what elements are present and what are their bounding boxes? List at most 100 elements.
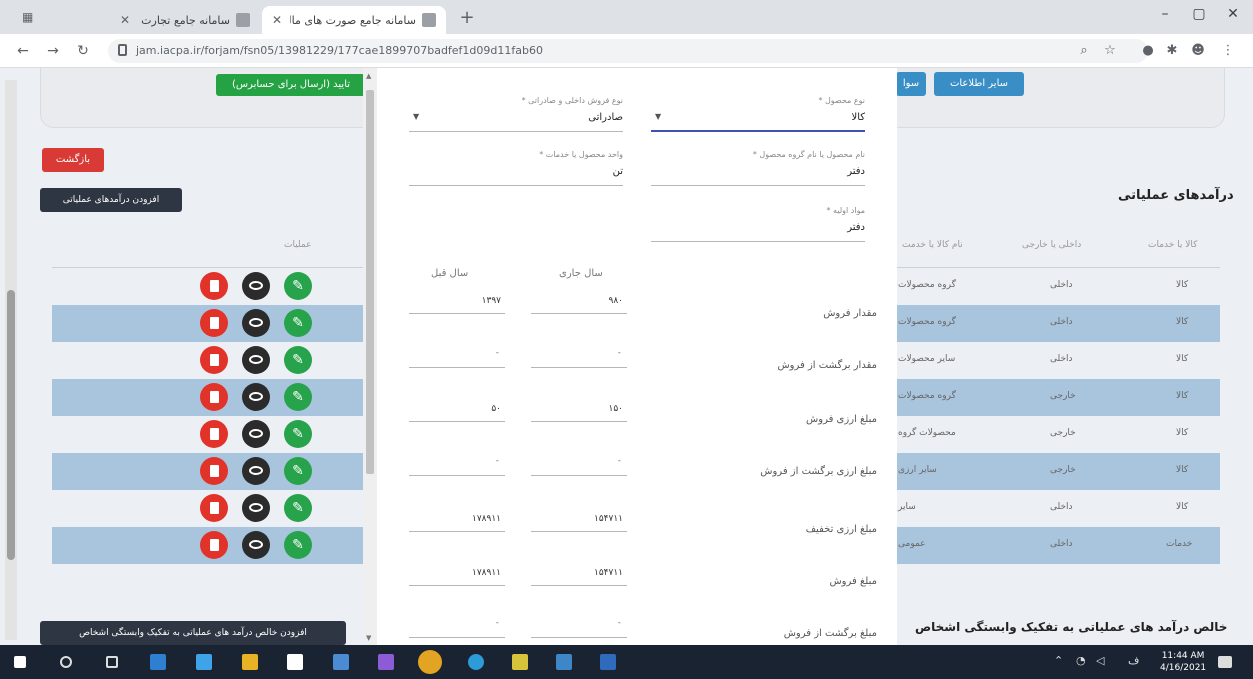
delete-icon[interactable] (200, 383, 228, 411)
volume-icon[interactable]: ◁ (1096, 654, 1104, 667)
mail-icon[interactable] (150, 654, 166, 670)
dialog-scrollbar-thumb[interactable] (366, 90, 374, 474)
network-icon[interactable]: ◔ (1076, 654, 1086, 667)
current-year-input[interactable]: ۹۸۰ (531, 284, 627, 314)
previous-year-input[interactable]: - (409, 446, 505, 476)
app-icon[interactable] (556, 654, 572, 670)
delete-icon[interactable] (200, 346, 228, 374)
previous-year-input[interactable]: ۱۷۸۹۱۱ (409, 556, 505, 586)
delete-icon[interactable] (200, 494, 228, 522)
file-explorer-icon[interactable] (196, 654, 212, 670)
add-net-income-button[interactable]: افزودن خالص درآمد های عملیاتی به تفکیک و… (40, 621, 346, 645)
task-view-icon[interactable] (106, 656, 118, 668)
income-edit-dialog: نوع محصول * کالا ▼ نوع فروش داخلی و صادر… (363, 68, 897, 645)
extension-icon[interactable]: ● (1140, 43, 1156, 59)
search-icon[interactable] (60, 656, 72, 668)
view-eye-icon[interactable] (242, 346, 270, 374)
close-window-button[interactable]: ✕ (1218, 6, 1248, 28)
previous-year-input[interactable]: ۵۰ (409, 392, 505, 422)
placeholder-dash: - (617, 456, 621, 466)
tray-chevron-icon[interactable]: ⌃ (1054, 654, 1063, 667)
current-year-input[interactable]: - (531, 338, 627, 368)
delete-icon[interactable] (200, 272, 228, 300)
delete-icon[interactable] (200, 309, 228, 337)
add-income-button[interactable]: افزودن درآمدهای عملیاتی (40, 188, 182, 212)
menu-dots-icon[interactable]: ⋮ (1220, 43, 1236, 59)
notification-icon[interactable] (1218, 656, 1232, 668)
tab-favicon-icon (422, 13, 436, 27)
edit-pencil-icon[interactable]: ✎ (284, 383, 312, 411)
input-value: ۵۰ (491, 404, 501, 414)
scrollbar-thumb[interactable] (7, 290, 15, 560)
product-name-input[interactable]: نام محصول یا نام گروه محصول * دفتر (651, 148, 865, 186)
browser-tab-financial[interactable]: ✕ سامانه جامع صورت های مالی (262, 6, 446, 34)
back-button[interactable]: بازگشت (42, 148, 104, 172)
outlook-icon[interactable] (600, 654, 616, 670)
edge-icon[interactable] (468, 654, 484, 670)
minimize-button[interactable]: – (1150, 6, 1180, 28)
view-eye-icon[interactable] (242, 531, 270, 559)
current-year-input[interactable]: - (531, 446, 627, 476)
view-eye-icon[interactable] (242, 383, 270, 411)
edit-pencil-icon[interactable]: ✎ (284, 272, 312, 300)
current-year-input[interactable]: ۱۵۰ (531, 392, 627, 422)
sticky-notes-icon[interactable] (512, 654, 528, 670)
page-scrollbar[interactable] (5, 80, 17, 640)
edit-pencil-icon[interactable]: ✎ (284, 346, 312, 374)
material-input[interactable]: مواد اولیه * دفتر (651, 204, 865, 242)
product-type-select[interactable]: نوع محصول * کالا ▼ (651, 94, 865, 132)
close-tab-icon[interactable]: ✕ (120, 13, 130, 27)
chrome-icon[interactable] (418, 650, 442, 674)
word-icon[interactable] (333, 654, 349, 670)
current-year-input[interactable]: ۱۵۴۷۱۱ (531, 556, 627, 586)
unit-input[interactable]: واحد محصول یا خدمات * تن (409, 148, 623, 186)
previous-year-input[interactable]: - (409, 608, 505, 638)
previous-year-input[interactable]: - (409, 338, 505, 368)
profile-icon[interactable]: ☻ (1190, 43, 1206, 59)
system-clock[interactable]: 11:44 AM 4/16/2021 (1160, 650, 1206, 674)
edit-pencil-icon[interactable]: ✎ (284, 457, 312, 485)
delete-icon[interactable] (200, 457, 228, 485)
view-eye-icon[interactable] (242, 494, 270, 522)
tab-search-icon[interactable]: ▦ (22, 10, 38, 24)
view-eye-icon[interactable] (242, 457, 270, 485)
scroll-down-icon[interactable]: ▼ (366, 634, 371, 642)
cell-product: عمومی (898, 539, 926, 549)
edit-pencil-icon[interactable]: ✎ (284, 420, 312, 448)
folder-icon[interactable] (242, 654, 258, 670)
current-year-input[interactable]: - (531, 608, 627, 638)
zoom-icon[interactable]: ⌕ (1076, 43, 1092, 59)
edit-pencil-icon[interactable]: ✎ (284, 531, 312, 559)
store-icon[interactable] (287, 654, 303, 670)
delete-icon[interactable] (200, 531, 228, 559)
send-to-auditor-button[interactable]: تایید (ارسال برای حسابرس) (216, 74, 366, 96)
partial-button[interactable]: سوا (896, 72, 926, 96)
bookmark-star-icon[interactable]: ☆ (1102, 43, 1118, 59)
maximize-button[interactable]: ▢ (1184, 6, 1214, 28)
windows-start-icon[interactable] (14, 656, 26, 668)
view-eye-icon[interactable] (242, 272, 270, 300)
dropdown-arrow-icon: ▼ (413, 112, 420, 121)
dialog-scrollbar[interactable]: ▲ ▼ (363, 68, 377, 645)
address-bar[interactable]: jam.iacpa.ir/forjam/fsn05/13981229/177ca… (108, 39, 1148, 63)
previous-year-input[interactable]: ۱۳۹۷ (409, 284, 505, 314)
view-eye-icon[interactable] (242, 420, 270, 448)
puzzle-icon[interactable]: ✱ (1164, 43, 1180, 59)
current-year-input[interactable]: ۱۵۴۷۱۱ (531, 502, 627, 532)
new-tab-button[interactable]: + (456, 8, 478, 30)
language-icon[interactable]: ف (1128, 654, 1139, 667)
sales-type-select[interactable]: نوع فروش داخلی و صادراتی * صادراتی ▼ (409, 94, 623, 132)
browser-tab-trade[interactable]: ✕ سامانه جامع تجارت (110, 6, 260, 34)
visual-studio-icon[interactable] (378, 654, 394, 670)
reload-icon[interactable]: ↻ (74, 42, 92, 60)
scroll-up-icon[interactable]: ▲ (366, 72, 371, 80)
back-arrow-icon[interactable]: ← (14, 42, 32, 60)
edit-pencil-icon[interactable]: ✎ (284, 494, 312, 522)
delete-icon[interactable] (200, 420, 228, 448)
forward-arrow-icon[interactable]: → (44, 42, 62, 60)
other-info-button[interactable]: سایر اطلاعات (934, 72, 1024, 96)
previous-year-input[interactable]: ۱۷۸۹۱۱ (409, 502, 505, 532)
view-eye-icon[interactable] (242, 309, 270, 337)
edit-pencil-icon[interactable]: ✎ (284, 309, 312, 337)
close-tab-icon[interactable]: ✕ (272, 13, 282, 27)
